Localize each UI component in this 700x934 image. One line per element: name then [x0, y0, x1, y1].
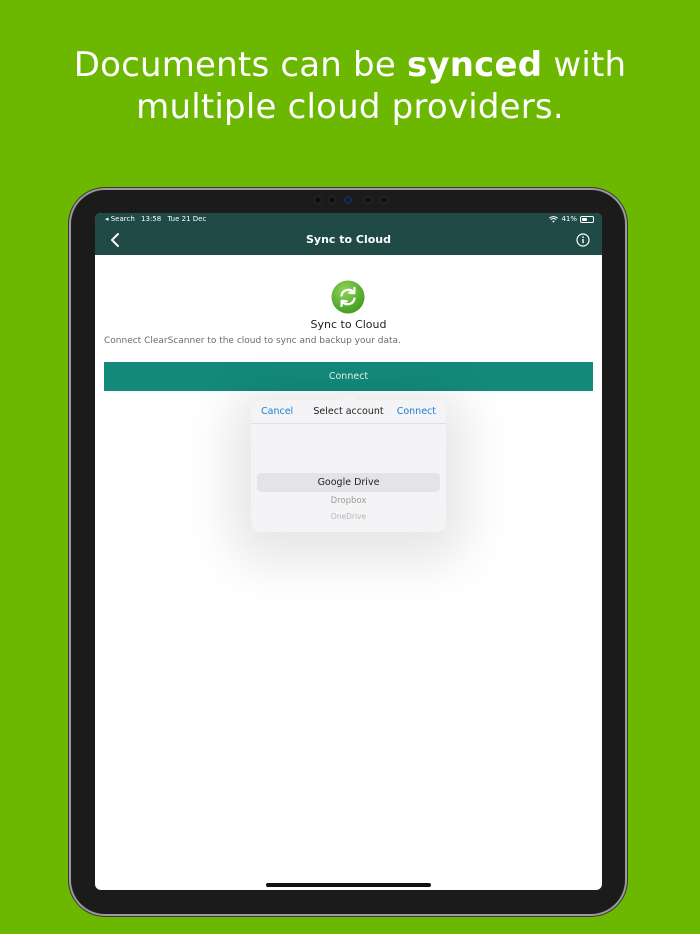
headline-line-2: multiple cloud providers. [136, 87, 564, 127]
battery-icon [580, 215, 594, 223]
nav-bar: Sync to Cloud [95, 225, 602, 255]
picker-connect-button[interactable]: Connect [397, 406, 436, 417]
picker-toolbar: Cancel Select account Connect [251, 400, 446, 424]
headline-line-1: Documents can be synced with [73, 45, 627, 85]
nav-title: Sync to Cloud [305, 233, 392, 246]
status-time: 13:58 [141, 215, 162, 223]
status-date: Tue 21 Dec [167, 215, 207, 223]
marketing-headline: Documents can be synced with multiple cl… [0, 44, 700, 128]
picker-option-google-drive[interactable]: Google Drive [251, 477, 446, 488]
info-icon[interactable] [576, 233, 590, 247]
sensor-dot [328, 196, 336, 204]
camera-lens [344, 196, 352, 204]
sensor-dot [380, 196, 388, 204]
status-bar: ◂ Search 13:58 Tue 21 Dec 41% [95, 213, 602, 225]
sensor-dot [314, 196, 322, 204]
picker-option-dropbox[interactable]: Dropbox [251, 496, 446, 506]
connect-button[interactable]: Connect [104, 362, 593, 391]
picker-option-onedrive[interactable]: OneDrive [251, 512, 446, 521]
sync-description: Connect ClearScanner to the cloud to syn… [104, 336, 401, 346]
account-picker-popover: Cancel Select account Connect Google Dri… [251, 394, 446, 532]
sync-heading: Sync to Cloud [310, 318, 387, 331]
battery-percent: 41% [561, 215, 577, 223]
back-to-app-link[interactable]: ◂ Search [105, 215, 135, 223]
home-indicator[interactable] [266, 883, 431, 887]
sensor-dot [364, 196, 372, 204]
cloud-sync-icon [331, 280, 365, 314]
headline-bold-word: synced [406, 45, 543, 85]
device-screen: ◂ Search 13:58 Tue 21 Dec 41% Sync to Cl… [95, 213, 602, 890]
wifi-icon [549, 215, 559, 223]
